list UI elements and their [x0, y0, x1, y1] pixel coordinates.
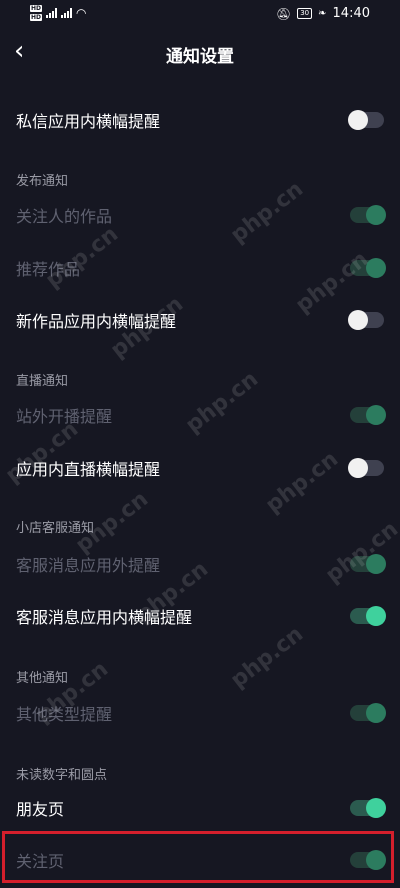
- section-header-live: 直播通知: [16, 374, 69, 389]
- header: ‹ 通知设置: [0, 32, 400, 72]
- toggle-switch[interactable]: [350, 798, 386, 818]
- battery-icon: 30: [297, 8, 313, 19]
- setting-private-msg-banner: 私信应用内横幅提醒: [16, 105, 384, 135]
- setting-label: 其他类型提醒: [16, 705, 113, 724]
- toggle-switch[interactable]: [350, 554, 386, 574]
- toggle-switch[interactable]: [350, 606, 386, 626]
- status-left: HD HD ◠: [30, 5, 87, 21]
- setting-other-types: 其他类型提醒: [16, 698, 386, 728]
- toggle-switch[interactable]: [350, 405, 386, 425]
- clock-time: 14:40: [332, 6, 370, 21]
- toggle-switch[interactable]: [348, 458, 384, 478]
- signal-icon: [46, 8, 58, 18]
- signal-icon-2: [61, 8, 73, 18]
- setting-cs-msg-outside: 客服消息应用外提醒: [16, 549, 386, 579]
- setting-offsite-live: 站外开播提醒: [16, 400, 386, 430]
- watermark: php.cn: [226, 621, 308, 694]
- toggle-switch[interactable]: [348, 110, 384, 130]
- setting-label: 站外开播提醒: [16, 407, 113, 426]
- setting-label: 客服消息应用内横幅提醒: [16, 608, 193, 627]
- setting-friends-page: 朋友页: [16, 793, 386, 823]
- hd-badge-2: HD: [30, 14, 43, 21]
- setting-label: 朋友页: [16, 800, 65, 819]
- section-header-other: 其他通知: [16, 671, 69, 686]
- setting-label: 关注人的作品: [16, 207, 113, 226]
- toggle-switch[interactable]: [350, 258, 386, 278]
- setting-recommended-works: 推荐作品: [16, 253, 386, 283]
- setting-label: 客服消息应用外提醒: [16, 556, 161, 575]
- leaf-icon: ❧: [318, 8, 327, 19]
- hd-badge-1: HD: [30, 5, 43, 12]
- toggle-switch[interactable]: [350, 205, 386, 225]
- setting-cs-msg-banner: 客服消息应用内横幅提醒: [16, 601, 386, 631]
- page-title: 通知设置: [166, 47, 234, 67]
- toggle-switch[interactable]: [350, 703, 386, 723]
- section-header-unread: 未读数字和圆点: [16, 768, 108, 783]
- section-header-shop: 小店客服通知: [16, 521, 95, 536]
- setting-followed-works: 关注人的作品: [16, 200, 386, 230]
- mute-icon: 🔕︎: [275, 6, 292, 21]
- setting-label: 推荐作品: [16, 260, 81, 279]
- highlight-box: [2, 831, 394, 883]
- toggle-switch[interactable]: [348, 310, 384, 330]
- section-header-publish: 发布通知: [16, 174, 69, 189]
- setting-new-works-banner: 新作品应用内横幅提醒: [16, 305, 384, 335]
- setting-label: 新作品应用内横幅提醒: [16, 312, 177, 331]
- setting-in-app-live-banner: 应用内直播横幅提醒: [16, 453, 384, 483]
- setting-label: 私信应用内横幅提醒: [16, 112, 161, 131]
- status-bar: HD HD ◠ 🔕︎ 30 ❧ 14:40: [0, 0, 400, 30]
- wifi-icon: ◠: [76, 6, 87, 20]
- setting-label: 应用内直播横幅提醒: [16, 460, 161, 479]
- status-right: 🔕︎ 30 ❧ 14:40: [276, 6, 370, 21]
